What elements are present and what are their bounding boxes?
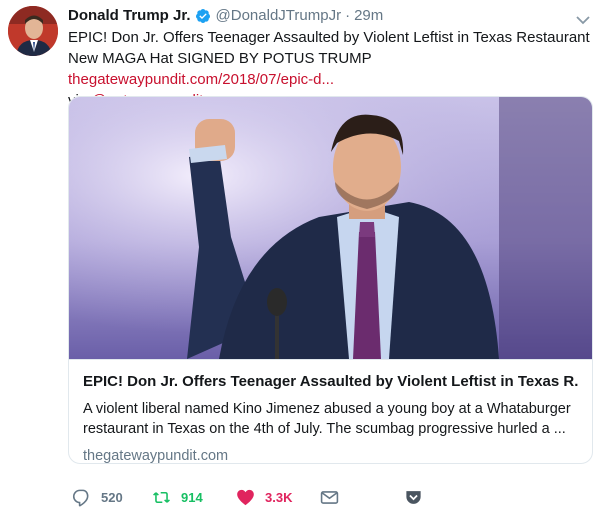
separator-dot: · (345, 7, 351, 24)
display-name[interactable]: Donald Trump Jr. (68, 6, 191, 26)
card-domain: thegatewaypundit.com (83, 448, 229, 464)
tweet-body: EPIC! Don Jr. Offers Teenager Assaulted … (68, 29, 590, 67)
user-handle[interactable]: @DonaldJTrumpJr (216, 6, 342, 26)
retweet-button[interactable]: 914 (152, 486, 203, 508)
direct-message-button[interactable] (320, 486, 349, 508)
envelope-icon (320, 490, 339, 504)
reply-count: 520 (101, 489, 123, 505)
verified-badge-icon (195, 8, 211, 24)
chevron-down-icon[interactable] (576, 12, 590, 25)
tweet-link[interactable]: thegatewaypundit.com/2018/07/epic-d... (68, 71, 334, 88)
link-card[interactable]: EPIC! Don Jr. Offers Teenager Assaulted … (68, 96, 593, 464)
card-title[interactable]: EPIC! Don Jr. Offers Teenager Assaulted … (83, 372, 578, 392)
reply-icon (72, 489, 89, 506)
avatar-image (8, 6, 58, 56)
retweet-count: 914 (181, 489, 203, 505)
card-image[interactable] (69, 97, 592, 359)
bookmark-icon (406, 490, 421, 504)
like-count: 3.3K (265, 489, 293, 505)
avatar[interactable] (8, 6, 58, 56)
tweet-header: Donald Trump Jr. @DonaldJTrumpJr · 29m (68, 5, 383, 27)
pocket-save-button[interactable] (404, 486, 433, 508)
card-body: EPIC! Don Jr. Offers Teenager Assaulted … (69, 359, 592, 464)
reply-button[interactable]: 520 (72, 486, 123, 508)
card-description: A violent liberal named Kino Jimenez abu… (83, 401, 571, 437)
like-button[interactable]: 3.3K (236, 486, 292, 508)
retweet-icon (153, 491, 170, 503)
timestamp[interactable]: 29m (354, 6, 383, 26)
heart-icon (237, 489, 254, 505)
tweet-actions: 520 914 3.3K (72, 486, 592, 508)
